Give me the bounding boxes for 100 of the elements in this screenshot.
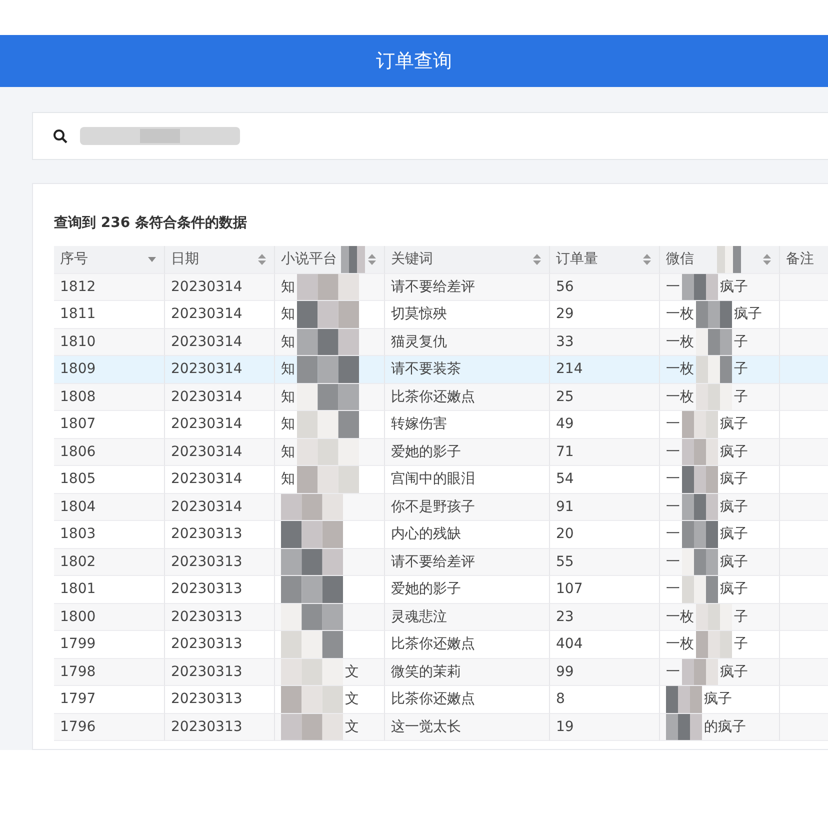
table-row[interactable]: 1796 20230313 文 这一觉太长 19 的疯子 bbox=[54, 714, 828, 741]
column-header[interactable]: 微信 bbox=[660, 246, 780, 274]
redaction-mosaic bbox=[281, 631, 343, 658]
table-cell-text: 一枚 bbox=[666, 305, 694, 324]
table-cell-text: 文 bbox=[345, 662, 359, 681]
table-row[interactable]: 1802 20230313 请不要给差评 55 一 疯子 bbox=[54, 548, 828, 576]
table-cell: 20230313 bbox=[165, 714, 275, 741]
redaction-mosaic bbox=[297, 384, 359, 410]
table-cell-text: 一枚 bbox=[666, 635, 694, 654]
table-row[interactable]: 1808 20230314 知 比茶你还嫩点 25 一枚 子 bbox=[54, 384, 828, 411]
sort-icon[interactable] bbox=[643, 254, 651, 265]
table-row[interactable]: 1804 20230314 你不是野孩子 91 一 疯子 bbox=[54, 494, 828, 521]
table-cell-text: 文 bbox=[345, 690, 359, 708]
table-cell-text: 子 bbox=[734, 332, 748, 351]
table-cell-text: 疯子 bbox=[720, 525, 748, 544]
table-cell-text: 子 bbox=[734, 360, 748, 378]
sort-icon[interactable] bbox=[258, 254, 266, 265]
table-cell-text: 一 bbox=[666, 442, 680, 461]
column-label: 订单量 bbox=[556, 250, 598, 268]
redaction-mosaic bbox=[682, 411, 718, 438]
table-row[interactable]: 1798 20230313 文 微笑的茉莉 99 一 疯子 bbox=[54, 658, 828, 686]
table-cell-text: 疯子 bbox=[704, 690, 732, 708]
table-cell-text: 文 bbox=[345, 718, 359, 736]
table-row[interactable]: 1812 20230314 知 请不要给差评 56 一 疯子 bbox=[54, 274, 828, 301]
sort-icon[interactable] bbox=[533, 254, 541, 265]
table-row[interactable]: 1797 20230313 文 比茶你还嫩点 8 疯子 bbox=[54, 686, 828, 714]
table-row[interactable]: 1806 20230314 知 爱她的影子 71 一 疯子 bbox=[54, 438, 828, 466]
result-summary: 查询到 236 条符合条件的数据 bbox=[54, 214, 248, 232]
table-cell-text: 疯子 bbox=[720, 580, 748, 598]
table-cell-text: 子 bbox=[734, 635, 748, 654]
search-field[interactable] bbox=[32, 112, 828, 160]
redaction-mosaic bbox=[297, 438, 359, 466]
redaction-mosaic bbox=[297, 301, 359, 328]
table-row[interactable]: 1809 20230314 知 请不要装茶 214 一枚 子 bbox=[54, 356, 828, 384]
redaction-mosaic bbox=[666, 686, 702, 713]
redaction-mosaic bbox=[281, 658, 343, 686]
table-cell-text: 一枚 bbox=[666, 360, 694, 378]
redaction-mosaic bbox=[682, 521, 718, 548]
table-row[interactable]: 1811 20230314 知 切莫惊殃 29 一枚 疯子 bbox=[54, 301, 828, 328]
redaction-mosaic bbox=[682, 466, 718, 493]
table-cell-text: 一 bbox=[666, 580, 680, 598]
table-cell-text: 知 bbox=[281, 442, 295, 461]
table-row[interactable]: 1799 20230313 比茶你还嫩点 404 一枚 子 bbox=[54, 631, 828, 658]
table-cell-text: 知 bbox=[281, 278, 295, 296]
redaction-mosaic bbox=[696, 301, 732, 328]
sort-descending-icon[interactable] bbox=[148, 256, 156, 262]
sort-icon[interactable] bbox=[763, 254, 771, 265]
table-cell-text: 疯子 bbox=[720, 278, 748, 296]
table-cell-text: 疯子 bbox=[720, 470, 748, 488]
table-cell-text: 一 bbox=[666, 662, 680, 681]
table-cell-text: 一 bbox=[666, 278, 680, 296]
table-cell-text: 知 bbox=[281, 332, 295, 351]
sort-icon[interactable] bbox=[368, 254, 376, 265]
search-icon bbox=[53, 128, 68, 144]
table-cell-text: 知 bbox=[281, 305, 295, 324]
table-row[interactable]: 1810 20230314 知 猫灵复仇 33 一枚 子 bbox=[54, 328, 828, 356]
table-cell-text: 知 bbox=[281, 360, 295, 378]
redaction-mosaic bbox=[682, 494, 718, 520]
table-cell-text: 疯子 bbox=[720, 415, 748, 434]
redaction-mosaic bbox=[281, 714, 343, 740]
table-cell-text: 一枚 bbox=[666, 332, 694, 351]
column-header[interactable]: 小说平台 bbox=[275, 246, 385, 274]
column-label: 日期 bbox=[171, 250, 199, 268]
table-cell-text: 疯子 bbox=[720, 662, 748, 681]
table-cell-text: 一 bbox=[666, 415, 680, 434]
table-cell-text: 一 bbox=[666, 498, 680, 516]
redaction-mosaic bbox=[666, 714, 702, 740]
table-cell-text: 子 bbox=[734, 608, 748, 626]
table-cell-text: 知 bbox=[281, 470, 295, 488]
table-cell-text: 一枚 bbox=[666, 388, 694, 406]
table-row[interactable]: 1801 20230313 爱她的影子 107 一 疯子 bbox=[54, 576, 828, 604]
table-cell-text: 一 bbox=[666, 525, 680, 544]
table-cell-text: 一 bbox=[666, 552, 680, 571]
redaction-mosaic bbox=[682, 576, 718, 603]
redaction-mosaic bbox=[281, 494, 343, 520]
table-cell: 19 bbox=[550, 714, 660, 741]
redaction-mosaic bbox=[281, 576, 343, 603]
column-label: 微信 bbox=[666, 250, 694, 268]
table-cell: 1796 bbox=[54, 714, 165, 741]
redaction-mosaic bbox=[281, 521, 343, 548]
redaction-mosaic bbox=[281, 686, 343, 713]
table-cell: 这一觉太长 bbox=[385, 714, 550, 741]
table-row[interactable]: 1807 20230314 知 转嫁伤害 49 一 疯子 bbox=[54, 411, 828, 438]
column-label: 关键词 bbox=[391, 250, 433, 268]
table-row[interactable]: 1805 20230314 知 宫闱中的眼泪 54 一 疯子 bbox=[54, 466, 828, 494]
redaction-mosaic bbox=[297, 328, 359, 356]
redaction-mosaic bbox=[696, 384, 732, 410]
redaction-mosaic bbox=[696, 631, 732, 658]
table-row[interactable]: 1803 20230313 内心的残缺 20 一 疯子 bbox=[54, 521, 828, 548]
table-cell-text: 知 bbox=[281, 415, 295, 434]
redaction-mosaic bbox=[297, 411, 359, 438]
table-cell-text: 一 bbox=[666, 470, 680, 488]
redaction-mosaic bbox=[696, 356, 732, 383]
table-cell-text: 疯子 bbox=[720, 442, 748, 461]
redaction-mosaic bbox=[696, 604, 732, 630]
redaction-mosaic bbox=[281, 548, 343, 576]
redaction-mosaic bbox=[297, 356, 359, 383]
redaction-mosaic bbox=[682, 438, 718, 466]
table-row[interactable]: 1800 20230313 灵魂悲泣 23 一枚 子 bbox=[54, 604, 828, 631]
table-cell-text: 一枚 bbox=[666, 608, 694, 626]
